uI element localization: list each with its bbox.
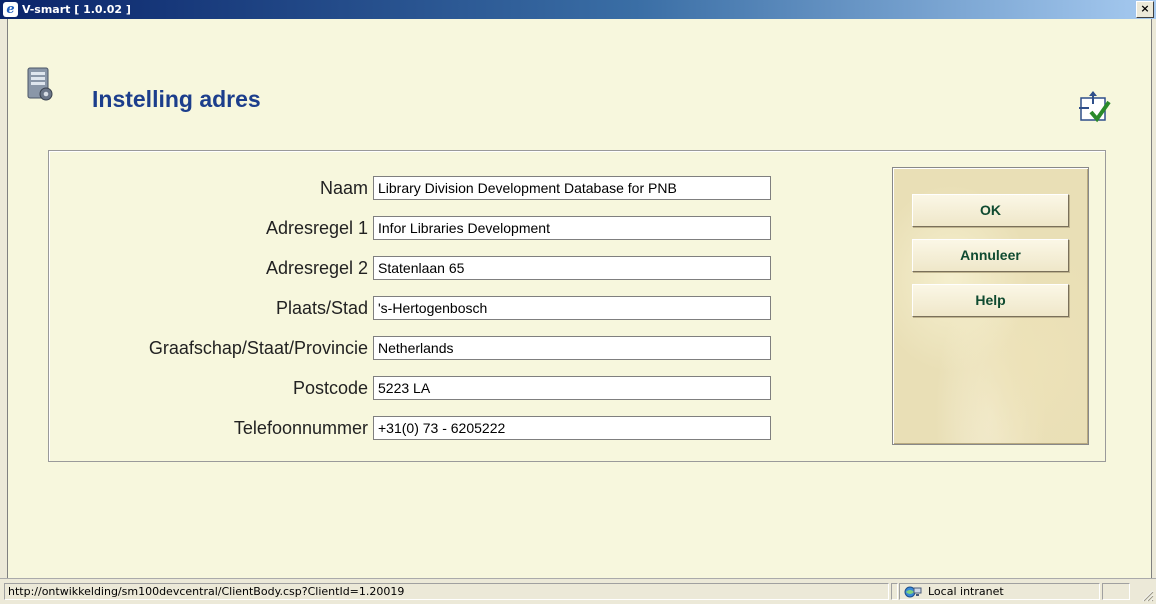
label-postcode: Postcode: [292, 378, 368, 398]
adresregel-1-input[interactable]: Infor Libraries Development: [373, 216, 771, 240]
local-intranet-icon: [904, 586, 922, 598]
server-settings-icon: [27, 67, 53, 101]
label-adresregel-1: Adresregel 1: [265, 218, 368, 238]
ok-button[interactable]: OK: [912, 194, 1069, 227]
plaats-stad-input[interactable]: 's-Hertogenbosch: [373, 296, 771, 320]
resize-grip-icon[interactable]: [1140, 588, 1154, 602]
status-divider: [891, 583, 898, 600]
ie-icon: e: [3, 2, 18, 17]
security-zone: Local intranet: [899, 583, 1100, 600]
label-telefoonnummer: Telefoonnummer: [233, 418, 368, 438]
label-adresregel-2: Adresregel 2: [265, 258, 368, 278]
label-provincie: Graafschap/Staat/Provincie: [148, 338, 368, 358]
cancel-button[interactable]: Annuleer: [912, 239, 1069, 272]
status-bar: http://ontwikkelding/sm100devcentral/Cli…: [0, 578, 1156, 604]
label-naam: Naam: [319, 178, 368, 198]
telefoonnummer-input[interactable]: +31(0) 73 - 6205222: [373, 416, 771, 440]
naam-input[interactable]: Library Division Development Database fo…: [373, 176, 771, 200]
zone-label: Local intranet: [928, 585, 1004, 598]
adresregel-2-input[interactable]: Statenlaan 65: [373, 256, 771, 280]
status-url: http://ontwikkelding/sm100devcentral/Cli…: [4, 583, 889, 600]
label-plaats-stad: Plaats/Stad: [275, 298, 368, 318]
close-button[interactable]: ×: [1136, 1, 1154, 18]
provincie-input[interactable]: Netherlands: [373, 336, 771, 360]
window-title: V-smart [ 1.0.02 ]: [22, 3, 131, 16]
postcode-input[interactable]: 5223 LA: [373, 376, 771, 400]
help-button[interactable]: Help: [912, 284, 1069, 317]
help-checkmark-icon[interactable]: [1077, 90, 1113, 126]
status-cell-empty: [1102, 583, 1130, 600]
window-titlebar: e V-smart [ 1.0.02 ] ×: [0, 0, 1156, 19]
page-title: Instelling adres: [92, 86, 261, 112]
